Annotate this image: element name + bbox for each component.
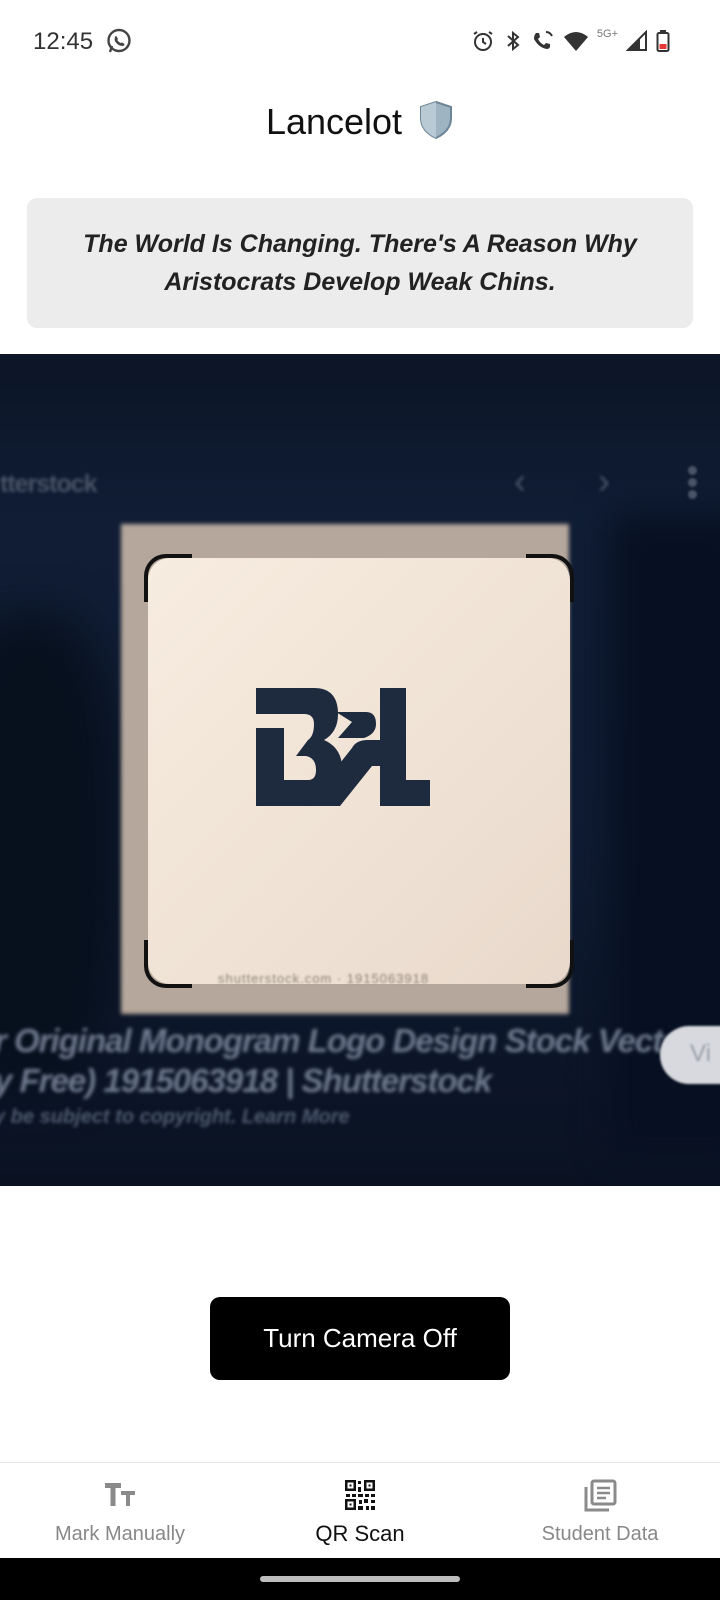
camera-background-pill: Vi (660, 1026, 720, 1084)
qr-scan-frame: shutterstock.com · 1915063918 (144, 554, 574, 988)
shield-icon (418, 100, 454, 149)
camera-more-icon (688, 466, 698, 499)
system-navigation-bar (0, 1558, 720, 1600)
camera-caption-line2: y Free) 1915063918 | Shutterstock (0, 1062, 492, 1099)
signal-icon (626, 30, 648, 52)
scan-corner-top-right (526, 554, 574, 602)
scan-corner-bottom-right (526, 940, 574, 988)
app-title-text: Lancelot (265, 101, 403, 142)
scan-footer-text: shutterstock.com · 1915063918 (218, 971, 430, 986)
scan-corner-top-left (144, 554, 192, 602)
home-gesture-handle[interactable] (260, 1576, 460, 1582)
bluetooth-icon (503, 29, 523, 53)
camera-caption-line1: r Original Monogram Logo Design Stock Ve… (0, 1022, 694, 1059)
status-icons: 5G+ (471, 26, 670, 56)
nav-item-qr-scan[interactable]: QR Scan (240, 1463, 480, 1559)
camera-background-text: tterstock (0, 470, 98, 498)
camera-pill-text: Vi (690, 1040, 711, 1067)
app-title: Lancelot (0, 100, 720, 149)
camera-forward-chevron-icon: › (598, 460, 610, 501)
network-badge: 5G+ (596, 28, 618, 40)
status-bar: 12:45 5G+ (0, 0, 720, 84)
wifi-calling-icon (531, 29, 555, 53)
scan-corner-bottom-left (144, 940, 192, 988)
quote-text: The World Is Changing. There's A Reason … (83, 230, 637, 296)
library-books-icon (583, 1479, 617, 1518)
nav-item-mark-manually[interactable]: Mark Manually (0, 1463, 240, 1559)
bottom-navigation: Mark Manually QR Scan Student Data (0, 1462, 720, 1559)
nav-item-student-data[interactable]: Student Data (480, 1463, 720, 1559)
status-time: 12:45 (33, 28, 94, 55)
nav-label-mark-manually: Mark Manually (54, 1523, 186, 1545)
alarm-icon (471, 29, 495, 53)
nav-label-qr-scan: QR Scan (315, 1521, 405, 1546)
camera-caption-line3: y be subject to copyright. Learn More (0, 1106, 350, 1128)
qr-code-icon (344, 1479, 376, 1516)
quote-card: The World Is Changing. There's A Reason … (27, 198, 693, 328)
turn-camera-off-button[interactable]: Turn Camera Off (210, 1297, 510, 1380)
brl-monogram-logo (256, 688, 430, 806)
battery-low-icon (656, 29, 670, 53)
nav-label-student-data: Student Data (541, 1523, 659, 1545)
whatsapp-icon (106, 28, 132, 54)
wifi-icon (563, 30, 589, 52)
camera-back-chevron-icon: ‹ (514, 460, 526, 501)
text-size-icon (103, 1479, 137, 1514)
